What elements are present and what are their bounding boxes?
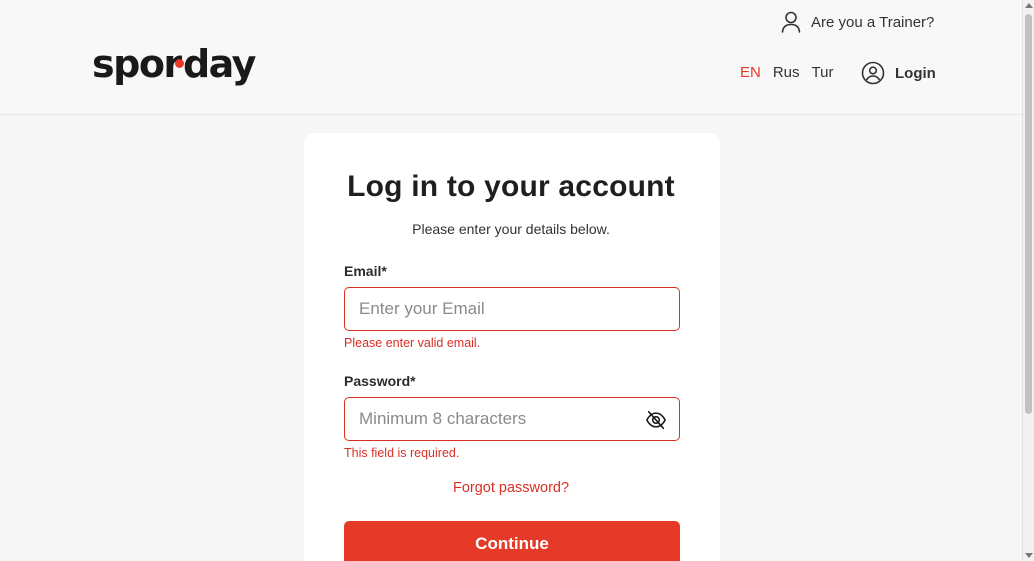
site-header: spor day Are you a Trainer? EN Rus Tur L… xyxy=(0,0,1022,115)
email-field-wrapper xyxy=(344,287,680,331)
trainer-link[interactable]: Are you a Trainer? xyxy=(781,10,934,34)
password-label: Password* xyxy=(344,373,416,389)
user-outline-icon xyxy=(781,11,801,33)
logo-dot xyxy=(175,59,184,68)
email-error: Please enter valid email. xyxy=(344,336,481,350)
lang-rus[interactable]: Rus xyxy=(773,64,800,81)
header-login-label: Login xyxy=(895,64,936,82)
user-circle-icon xyxy=(861,61,885,85)
logo-text: spor day xyxy=(92,42,256,86)
scrollbar-thumb[interactable] xyxy=(1025,14,1032,414)
language-switcher: EN Rus Tur xyxy=(740,64,845,81)
sporday-logo[interactable]: spor day xyxy=(92,42,256,86)
lang-tur[interactable]: Tur xyxy=(812,64,834,81)
password-field-wrapper xyxy=(344,397,680,441)
header-login-link[interactable]: Login xyxy=(861,61,936,85)
scroll-up-icon[interactable] xyxy=(1025,3,1033,8)
eye-off-icon[interactable] xyxy=(645,409,667,431)
continue-button[interactable]: Continue xyxy=(344,521,680,561)
forgot-password-link[interactable]: Forgot password? xyxy=(0,480,1022,496)
scroll-down-icon[interactable] xyxy=(1025,553,1033,558)
email-label: Email* xyxy=(344,263,387,279)
page-subtitle: Please enter your details below. xyxy=(412,221,610,237)
password-input[interactable] xyxy=(359,409,665,429)
page-scrollbar[interactable] xyxy=(1022,0,1034,561)
page-title: Log in to your account xyxy=(347,170,675,203)
lang-en[interactable]: EN xyxy=(740,64,761,81)
email-input[interactable] xyxy=(359,299,665,319)
password-error: This field is required. xyxy=(344,446,460,460)
trainer-link-label: Are you a Trainer? xyxy=(811,13,935,31)
